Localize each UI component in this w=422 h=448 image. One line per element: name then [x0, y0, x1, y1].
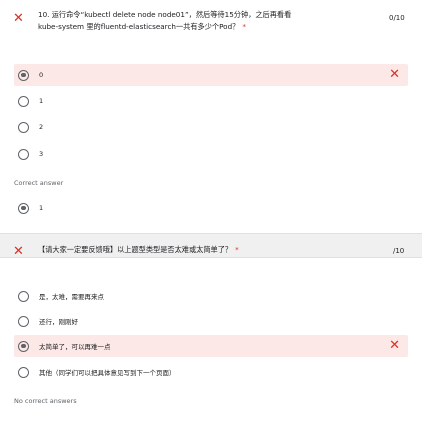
correct-answer-label: Correct answer — [14, 179, 64, 187]
option-3[interactable]: 3 — [14, 143, 408, 165]
incorrect-icon: ✕ — [13, 11, 24, 26]
option-label: 2 — [39, 123, 44, 131]
question-card-10: ✕ 10. 运行命令“kubectl delete node node01”，然… — [0, 0, 422, 233]
option-1[interactable]: 还行，刚刚好 — [14, 310, 408, 332]
option-label: 其他（同学们可以把具体意见写到下一个页面） — [39, 369, 176, 377]
option-2[interactable]: 太简单了，可以再难一点 ✕ — [14, 335, 408, 357]
option-0[interactable]: 0 ✕ — [14, 64, 408, 86]
radio-icon[interactable] — [18, 366, 29, 378]
radio-icon[interactable] — [18, 95, 29, 107]
correct-answer-value: 1 — [39, 204, 44, 212]
question-score: /10 — [393, 247, 405, 255]
option-0[interactable]: 是，太难，需要再来点 — [14, 285, 408, 307]
incorrect-icon: ✕ — [389, 338, 400, 353]
option-label: 0 — [39, 71, 44, 79]
radio-selected-icon — [18, 202, 29, 214]
incorrect-icon: ✕ — [389, 67, 400, 82]
radio-icon[interactable] — [18, 121, 29, 133]
question-title: 10. 运行命令“kubectl delete node node01”，然后等… — [38, 9, 378, 33]
required-asterisk: * — [235, 245, 239, 254]
option-label: 是，太难，需要再来点 — [39, 293, 104, 301]
question-title-line2: kube-system 里的fluentd-elasticsearch一共有多少… — [38, 22, 240, 31]
question-score: 0/10 — [389, 14, 405, 22]
no-correct-answers-label: No correct answers — [14, 397, 77, 405]
option-label: 1 — [39, 97, 44, 105]
radio-icon[interactable] — [18, 148, 29, 160]
radio-icon[interactable] — [18, 290, 29, 302]
radio-icon[interactable] — [18, 315, 29, 327]
radio-selected-icon[interactable] — [18, 340, 29, 352]
option-1[interactable]: 1 — [14, 90, 408, 112]
option-3[interactable]: 其他（同学们可以把具体意见写到下一个页面） — [14, 361, 408, 383]
radio-selected-icon[interactable] — [18, 69, 29, 81]
option-label: 3 — [39, 150, 44, 158]
question-title-text: 【请大家一定要反馈哦】以上题型类型是否太难或太简单了？ — [38, 245, 233, 254]
option-2[interactable]: 2 — [14, 116, 408, 138]
question-title-line1: 10. 运行命令“kubectl delete node node01”，然后等… — [38, 10, 292, 19]
option-label: 还行，刚刚好 — [39, 318, 78, 326]
required-asterisk: * — [242, 22, 246, 31]
correct-answer-option: 1 — [14, 197, 408, 219]
question-title: 【请大家一定要反馈哦】以上题型类型是否太难或太简单了？ * — [38, 244, 368, 256]
incorrect-icon: ✕ — [13, 244, 24, 259]
option-label: 太简单了，可以再难一点 — [39, 343, 111, 351]
